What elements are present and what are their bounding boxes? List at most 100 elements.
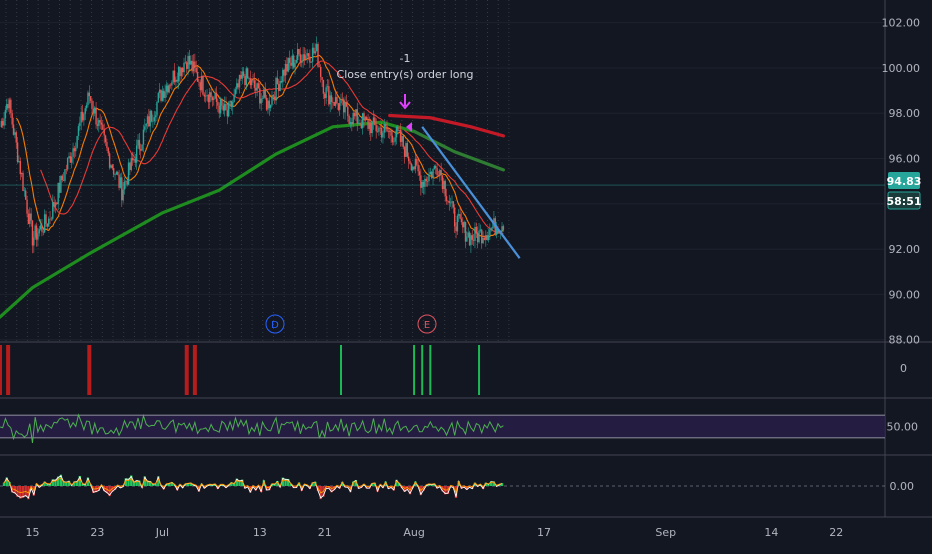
price-tick-label: 102.00 xyxy=(882,17,921,30)
candle-body xyxy=(112,165,113,168)
candle-body xyxy=(275,78,276,100)
candle-body xyxy=(240,75,241,79)
candle-body xyxy=(72,148,73,157)
candle-body xyxy=(430,172,431,174)
candle-body xyxy=(131,158,132,170)
candle-body xyxy=(446,196,447,201)
candle-body xyxy=(424,179,425,187)
candle-body xyxy=(358,123,359,124)
candle-body xyxy=(453,201,454,207)
candle-body xyxy=(191,61,192,71)
candle-body xyxy=(492,227,493,228)
candle-body xyxy=(481,230,482,244)
candle-body xyxy=(415,159,416,169)
candle-body xyxy=(346,102,347,106)
candle-body xyxy=(466,237,467,241)
candle-body xyxy=(470,235,471,245)
candle-body xyxy=(74,148,75,151)
candle-body xyxy=(260,99,261,104)
candle-body xyxy=(465,222,466,242)
candle-body xyxy=(485,235,486,240)
candle-body xyxy=(488,235,489,240)
price-tick-label: 90.00 xyxy=(889,288,921,301)
candle-body xyxy=(183,63,184,72)
signal-bar-green xyxy=(429,345,431,395)
candle-body xyxy=(476,227,477,234)
candle-body xyxy=(259,88,260,103)
candle-body xyxy=(101,123,102,125)
candle-body xyxy=(378,128,379,132)
candle-body xyxy=(427,181,428,182)
candle-body xyxy=(9,100,10,109)
candle-body xyxy=(166,86,167,92)
candle-body xyxy=(491,228,492,229)
candle-body xyxy=(102,125,103,130)
candle-body xyxy=(445,181,446,196)
candle-body xyxy=(22,173,23,191)
time-tick-label: 23 xyxy=(90,526,104,539)
candle-body xyxy=(282,70,283,82)
candle-body xyxy=(300,54,301,63)
candle-body xyxy=(455,226,456,231)
candle-body xyxy=(135,159,136,162)
candle-body xyxy=(290,63,291,66)
time-tick-label: Sep xyxy=(655,526,676,539)
candle-body xyxy=(489,230,490,236)
candle-body xyxy=(359,123,360,124)
candle-body xyxy=(151,111,152,121)
candle-body xyxy=(163,91,164,98)
candle-body xyxy=(133,159,134,160)
candle-body xyxy=(332,102,333,103)
candle-body xyxy=(83,114,84,121)
candle-body xyxy=(44,214,45,232)
candle-body xyxy=(20,161,21,174)
candle-body xyxy=(327,86,328,87)
candle-body xyxy=(320,67,321,77)
candle-body xyxy=(316,44,317,51)
candle-body xyxy=(419,171,420,175)
candle-body xyxy=(160,90,161,101)
last-price-badge[interactable]: 94.83 xyxy=(887,172,922,189)
trading-chart[interactable]: 102.00100.0098.0096.0094.0092.0090.0088.… xyxy=(0,0,932,550)
candle-body xyxy=(178,67,179,81)
candle-body xyxy=(204,95,205,97)
time-tick-label: 17 xyxy=(537,526,551,539)
candle-body xyxy=(17,142,18,162)
candle-body xyxy=(451,201,452,202)
candle-body xyxy=(144,126,145,129)
chart-canvas[interactable]: 102.00100.0098.0096.0094.0092.0090.0088.… xyxy=(0,0,932,550)
candle-body xyxy=(397,127,398,131)
candle-body xyxy=(363,113,364,120)
candle-body xyxy=(52,202,53,219)
candle-body xyxy=(440,170,441,175)
candle-body xyxy=(171,82,172,85)
candle-body xyxy=(148,116,149,126)
candle-body xyxy=(305,56,306,59)
candle-body xyxy=(197,72,198,82)
candle-body xyxy=(11,113,12,124)
candle-body xyxy=(243,71,244,76)
candle-body xyxy=(49,219,50,220)
candle-body xyxy=(244,76,245,85)
candle-body xyxy=(182,68,183,72)
signal-bar-red xyxy=(185,345,189,395)
candle-body xyxy=(227,110,228,116)
candle-body xyxy=(59,183,60,193)
candle-body xyxy=(380,128,381,129)
chart-background xyxy=(0,0,932,550)
candle-body xyxy=(120,177,121,187)
candle-body xyxy=(103,130,104,136)
candle-body xyxy=(354,113,355,116)
candle-body xyxy=(365,117,366,120)
time-tick-label: 22 xyxy=(829,526,843,539)
candle-body xyxy=(162,91,163,101)
order-annotation-label: Close entry(s) order long xyxy=(337,68,474,81)
signal-bar-green xyxy=(478,345,480,395)
candle-body xyxy=(325,87,326,98)
candle-body xyxy=(390,131,391,136)
signal-bar-red xyxy=(87,345,91,395)
candle-body xyxy=(331,95,332,102)
candle-body xyxy=(41,225,42,231)
candle-body xyxy=(450,203,451,204)
candle-body xyxy=(461,219,462,222)
